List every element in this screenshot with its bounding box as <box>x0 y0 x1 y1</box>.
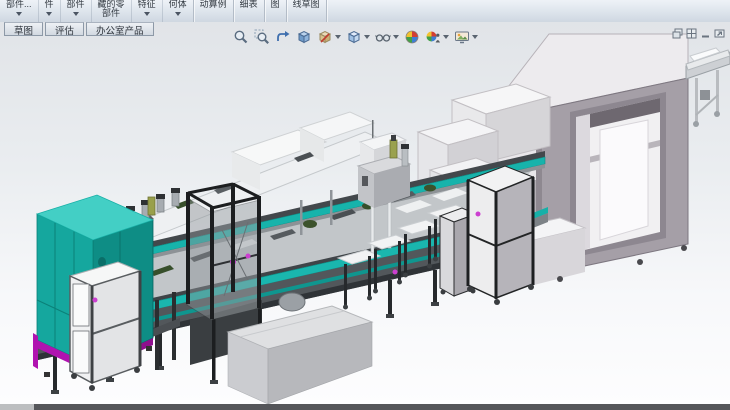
ribbon-item-label: 件 <box>45 0 54 9</box>
dropdown-arrow-icon[interactable] <box>472 35 478 39</box>
outfeed-conveyor <box>686 48 730 127</box>
ribbon-item-fasteners[interactable]: 件 <box>38 0 60 22</box>
dropdown-arrow-icon[interactable] <box>46 12 52 16</box>
apply-scene-icon[interactable] <box>424 28 450 46</box>
ribbon-item-insert-components[interactable]: 部件... <box>0 0 38 22</box>
ribbon-item-label: 何体 <box>169 0 187 9</box>
tab-sketch[interactable]: 草图 <box>4 22 43 36</box>
ribbon-group-motion-study: 动算例 <box>194 0 234 22</box>
ribbon-empty-area <box>327 0 730 22</box>
dropdown-arrow-icon[interactable] <box>335 35 341 39</box>
view-settings-icon[interactable] <box>453 28 479 46</box>
ribbon-item-label: 藏的零 部件 <box>98 0 125 18</box>
display-style-icon[interactable] <box>316 28 342 46</box>
ribbon-item-label: 动算例 <box>200 0 227 9</box>
edit-appearance-icon[interactable] <box>403 28 421 46</box>
ribbon-item-move-component[interactable]: 部件 <box>60 0 91 22</box>
ribbon-item-label: 线草图 <box>293 0 320 9</box>
section-view-icon[interactable] <box>295 28 313 46</box>
ribbon-toolbar: 部件... 件 部件 藏的零 部件 特征 何体 动算例 细表 <box>0 0 730 23</box>
ribbon-item-label: 部件 <box>67 0 85 9</box>
tab-label: 评估 <box>55 23 74 37</box>
dropdown-arrow-icon[interactable] <box>443 35 449 39</box>
dropdown-arrow-icon[interactable] <box>16 12 22 16</box>
ribbon-item-exploded-view[interactable]: 图 <box>265 0 286 22</box>
ribbon-item-reference-geometry[interactable]: 何体 <box>162 0 193 22</box>
zoom-to-fit-icon[interactable] <box>232 28 250 46</box>
ribbon-item-show-hidden-components[interactable]: 藏的零 部件 <box>91 0 131 22</box>
heads-up-view-toolbar <box>232 28 482 46</box>
ribbon-item-label: 图 <box>271 0 280 9</box>
zoom-to-area-icon[interactable] <box>253 28 271 46</box>
dropdown-arrow-icon[interactable] <box>393 35 399 39</box>
ribbon-item-label: 部件... <box>6 0 32 9</box>
bottom-strip-left <box>0 404 34 410</box>
window-close-icon[interactable] <box>713 27 726 39</box>
previous-view-icon[interactable] <box>274 28 292 46</box>
dropdown-arrow-icon[interactable] <box>144 12 150 16</box>
ribbon-group-bom: 细表 <box>234 0 265 22</box>
ribbon-item-label: 特征 <box>138 0 156 9</box>
dropdown-arrow-icon[interactable] <box>73 12 79 16</box>
tab-label: 草图 <box>14 23 33 37</box>
document-window-controls <box>670 27 726 39</box>
tab-label: 办公室产品 <box>96 23 144 37</box>
ribbon-item-explode-line-sketch[interactable]: 线草图 <box>287 0 326 22</box>
tab-office-products[interactable]: 办公室产品 <box>86 22 154 36</box>
ribbon-group-exploded-view: 图 <box>265 0 287 22</box>
ribbon-group-assembly: 部件... 件 部件 藏的零 部件 特征 何体 <box>0 0 194 22</box>
ribbon-item-bill-of-materials[interactable]: 细表 <box>234 0 264 22</box>
assembly-model <box>0 22 730 404</box>
ribbon-group-explode-sketch: 线草图 <box>287 0 327 22</box>
tab-evaluate[interactable]: 评估 <box>45 22 84 36</box>
view-orientation-icon[interactable] <box>345 28 371 46</box>
window-minimize-icon[interactable] <box>699 27 712 39</box>
bottom-taskbar-edge <box>0 404 730 410</box>
command-manager-tabs: 草图 评估 办公室产品 <box>4 22 156 38</box>
dropdown-arrow-icon[interactable] <box>364 35 370 39</box>
dropdown-arrow-icon[interactable] <box>175 12 181 16</box>
graphics-viewport[interactable] <box>0 22 730 404</box>
hide-show-items-icon[interactable] <box>374 28 400 46</box>
white-cabinet <box>70 262 142 391</box>
window-tile-icon[interactable] <box>685 27 698 39</box>
ribbon-item-new-motion-study[interactable]: 动算例 <box>194 0 233 22</box>
ribbon-item-assembly-features[interactable]: 特征 <box>131 0 162 22</box>
ribbon-item-label: 细表 <box>240 0 258 9</box>
window-restore-icon[interactable] <box>671 27 684 39</box>
